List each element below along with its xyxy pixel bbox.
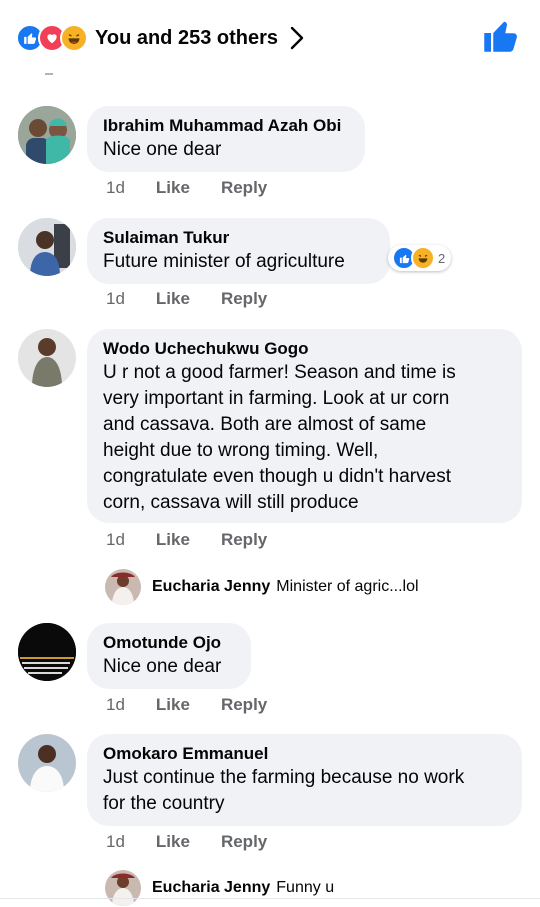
commenter-name[interactable]: Omotunde Ojo — [103, 632, 235, 654]
comment-time[interactable]: 1d — [106, 694, 125, 716]
reaction-count: 2 — [438, 250, 446, 266]
comment-text: Just continue the farming because no wor… — [103, 767, 465, 814]
avatar[interactable] — [18, 623, 76, 681]
reply-button[interactable]: Reply — [221, 288, 267, 310]
comment-time[interactable]: 1d — [106, 529, 125, 551]
divider — [45, 73, 53, 75]
comment-time[interactable]: 1d — [106, 831, 125, 853]
comment-actions: 1d Like Reply — [106, 831, 267, 853]
reply-preview[interactable]: Eucharia Jenny Funny u — [105, 870, 334, 906]
haha-icon — [60, 24, 88, 52]
divider — [0, 898, 540, 899]
commenter-name[interactable]: Omokaro Emmanuel — [103, 743, 506, 765]
comment-time[interactable]: 1d — [106, 288, 125, 310]
reaction-icons — [16, 24, 88, 52]
comment-actions: 1d Like Reply — [106, 529, 267, 551]
comment-time[interactable]: 1d — [106, 177, 125, 199]
comment-bubble[interactable]: Omotunde Ojo Nice one dear — [87, 623, 251, 689]
comment-bubble[interactable]: Sulaiman Tukur Future minister of agricu… — [87, 218, 390, 284]
comment-bubble[interactable]: Ibrahim Muhammad Azah Obi Nice one dear — [87, 106, 365, 172]
commenter-name[interactable]: Ibrahim Muhammad Azah Obi — [103, 115, 349, 137]
comment-text: U r not a good farmer! Season and time i… — [103, 362, 456, 513]
reactions-header[interactable]: You and 253 others — [0, 0, 540, 75]
commenter-name[interactable]: Wodo Uchechukwu Gogo — [103, 338, 506, 360]
avatar[interactable] — [18, 329, 76, 387]
reply-preview[interactable]: Eucharia Jenny Minister of agric...lol — [105, 569, 419, 605]
like-button[interactable]: Like — [156, 831, 190, 853]
reply-text: Minister of agric...lol — [276, 578, 419, 595]
reply-button[interactable]: Reply — [221, 529, 267, 551]
reply-author[interactable]: Eucharia Jenny — [152, 879, 270, 897]
reply-button[interactable]: Reply — [221, 694, 267, 716]
avatar[interactable] — [105, 870, 141, 906]
reply-text: Funny u — [276, 879, 335, 896]
comment-actions: 1d Like Reply — [106, 288, 267, 310]
comment-reactions[interactable]: 2 — [388, 245, 452, 271]
like-button[interactable]: Like — [156, 288, 190, 310]
reply-button[interactable]: Reply — [221, 177, 267, 199]
avatar[interactable] — [18, 734, 76, 792]
like-button[interactable]: Like — [156, 177, 190, 199]
avatar[interactable] — [18, 106, 76, 164]
like-button[interactable]: Like — [156, 529, 190, 551]
comment-text: Future minister of agriculture — [103, 251, 345, 272]
like-button[interactable]: Like — [156, 694, 190, 716]
comment-bubble[interactable]: Wodo Uchechukwu Gogo U r not a good farm… — [87, 329, 522, 523]
comment-text: Nice one dear — [103, 139, 222, 160]
reply-author[interactable]: Eucharia Jenny — [152, 578, 270, 596]
thumbs-up-icon[interactable] — [482, 18, 518, 54]
commenter-name[interactable]: Sulaiman Tukur — [103, 227, 374, 249]
comment-actions: 1d Like Reply — [106, 177, 267, 199]
avatar[interactable] — [105, 569, 141, 605]
chevron-right-icon[interactable] — [286, 24, 308, 52]
comment-actions: 1d Like Reply — [106, 694, 267, 716]
reaction-summary[interactable]: You and 253 others — [95, 24, 278, 52]
comment-text: Nice one dear — [103, 656, 222, 677]
avatar[interactable] — [18, 218, 76, 276]
comment-bubble[interactable]: Omokaro Emmanuel Just continue the farmi… — [87, 734, 522, 826]
haha-icon — [411, 246, 435, 270]
reply-button[interactable]: Reply — [221, 831, 267, 853]
